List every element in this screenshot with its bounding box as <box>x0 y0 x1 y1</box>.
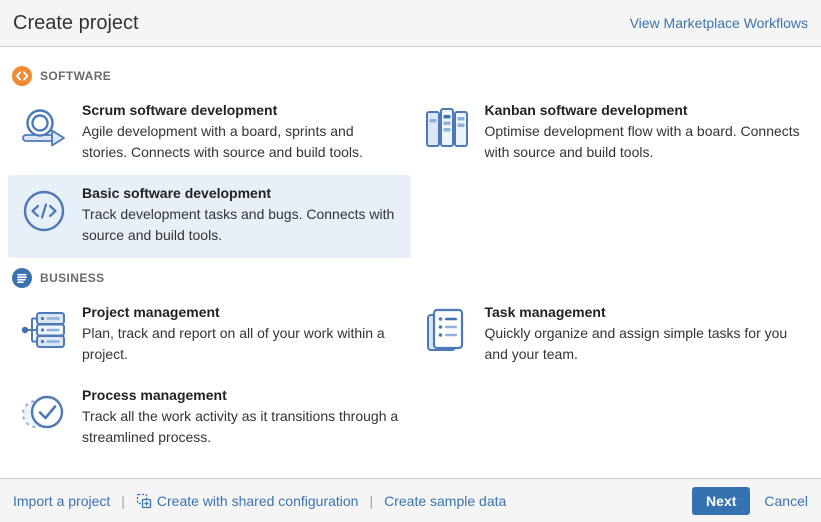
scrum-item-text: Scrum software development Agile develop… <box>82 102 399 163</box>
scrum-item-title: Scrum software development <box>82 102 399 118</box>
kanban-board-icon <box>423 104 471 152</box>
hierarchy-nodes-icon <box>20 306 68 354</box>
project-management-description: Plan, track and report on all of your wo… <box>82 323 399 365</box>
business-items-grid: Project management Plan, track and repor… <box>8 294 813 460</box>
project-management-title: Project management <box>82 304 399 320</box>
list-circle-icon <box>12 268 32 288</box>
task-list-pages-icon <box>423 306 471 354</box>
create-shared-configuration-link[interactable]: Create with shared configuration <box>136 493 359 509</box>
project-type-basic-software[interactable]: Basic software development Track develop… <box>8 175 411 258</box>
process-management-description: Track all the work activity as it transi… <box>82 406 399 448</box>
page-title: Create project <box>13 12 139 35</box>
shared-config-icon <box>136 493 152 509</box>
grid-spacer <box>411 175 814 258</box>
dialog-footer: Import a project | Create with shared co… <box>0 478 821 522</box>
import-project-link[interactable]: Import a project <box>13 493 110 509</box>
software-section-header: SOFTWARE <box>8 62 813 92</box>
view-marketplace-workflows-link[interactable]: View Marketplace Workflows <box>630 15 808 31</box>
cancel-link[interactable]: Cancel <box>764 493 808 509</box>
grid-spacer <box>411 377 814 460</box>
process-management-title: Process management <box>82 387 399 403</box>
dialog-header: Create project View Marketplace Workflow… <box>0 0 821 47</box>
software-items-grid: Scrum software development Agile develop… <box>8 92 813 258</box>
code-chevrons-circle-icon <box>20 187 68 235</box>
process-management-item-text: Process management Track all the work ac… <box>82 387 399 448</box>
create-sample-data-link[interactable]: Create sample data <box>384 493 506 509</box>
project-type-task-management[interactable]: Task management Quickly organize and ass… <box>411 294 814 377</box>
create-shared-configuration-label: Create with shared configuration <box>157 493 359 509</box>
check-circle-icon <box>20 389 68 437</box>
kanban-item-description: Optimise development flow with a board. … <box>485 121 802 163</box>
next-button[interactable]: Next <box>692 487 750 515</box>
project-management-item-text: Project management Plan, track and repor… <box>82 304 399 365</box>
basic-item-title: Basic software development <box>82 185 399 201</box>
basic-item-description: Track development tasks and bugs. Connec… <box>82 204 399 246</box>
code-circle-icon <box>12 66 32 86</box>
dialog-content: SOFTWARE Scrum software development Agil… <box>0 48 821 478</box>
create-project-dialog: Create project View Marketplace Workflow… <box>0 0 821 522</box>
project-type-process-management[interactable]: Process management Track all the work ac… <box>8 377 411 460</box>
software-section-label: SOFTWARE <box>40 69 111 83</box>
create-sample-data-label: Create sample data <box>384 493 506 509</box>
footer-links: Import a project | Create with shared co… <box>13 493 506 509</box>
basic-item-text: Basic software development Track develop… <box>82 185 399 246</box>
kanban-item-title: Kanban software development <box>485 102 802 118</box>
task-management-description: Quickly organize and assign simple tasks… <box>485 323 802 365</box>
project-type-project-management[interactable]: Project management Plan, track and repor… <box>8 294 411 377</box>
task-management-title: Task management <box>485 304 802 320</box>
task-management-item-text: Task management Quickly organize and ass… <box>485 304 802 365</box>
scrum-item-description: Agile development with a board, sprints … <box>82 121 399 163</box>
project-type-scrum[interactable]: Scrum software development Agile develop… <box>8 92 411 175</box>
business-section-label: BUSINESS <box>40 271 105 285</box>
scrum-loop-icon <box>20 104 68 152</box>
kanban-item-text: Kanban software development Optimise dev… <box>485 102 802 163</box>
business-section-header: BUSINESS <box>8 264 813 294</box>
footer-separator: | <box>369 493 373 509</box>
import-project-label: Import a project <box>13 493 110 509</box>
project-type-kanban[interactable]: Kanban software development Optimise dev… <box>411 92 814 175</box>
footer-separator: | <box>121 493 125 509</box>
